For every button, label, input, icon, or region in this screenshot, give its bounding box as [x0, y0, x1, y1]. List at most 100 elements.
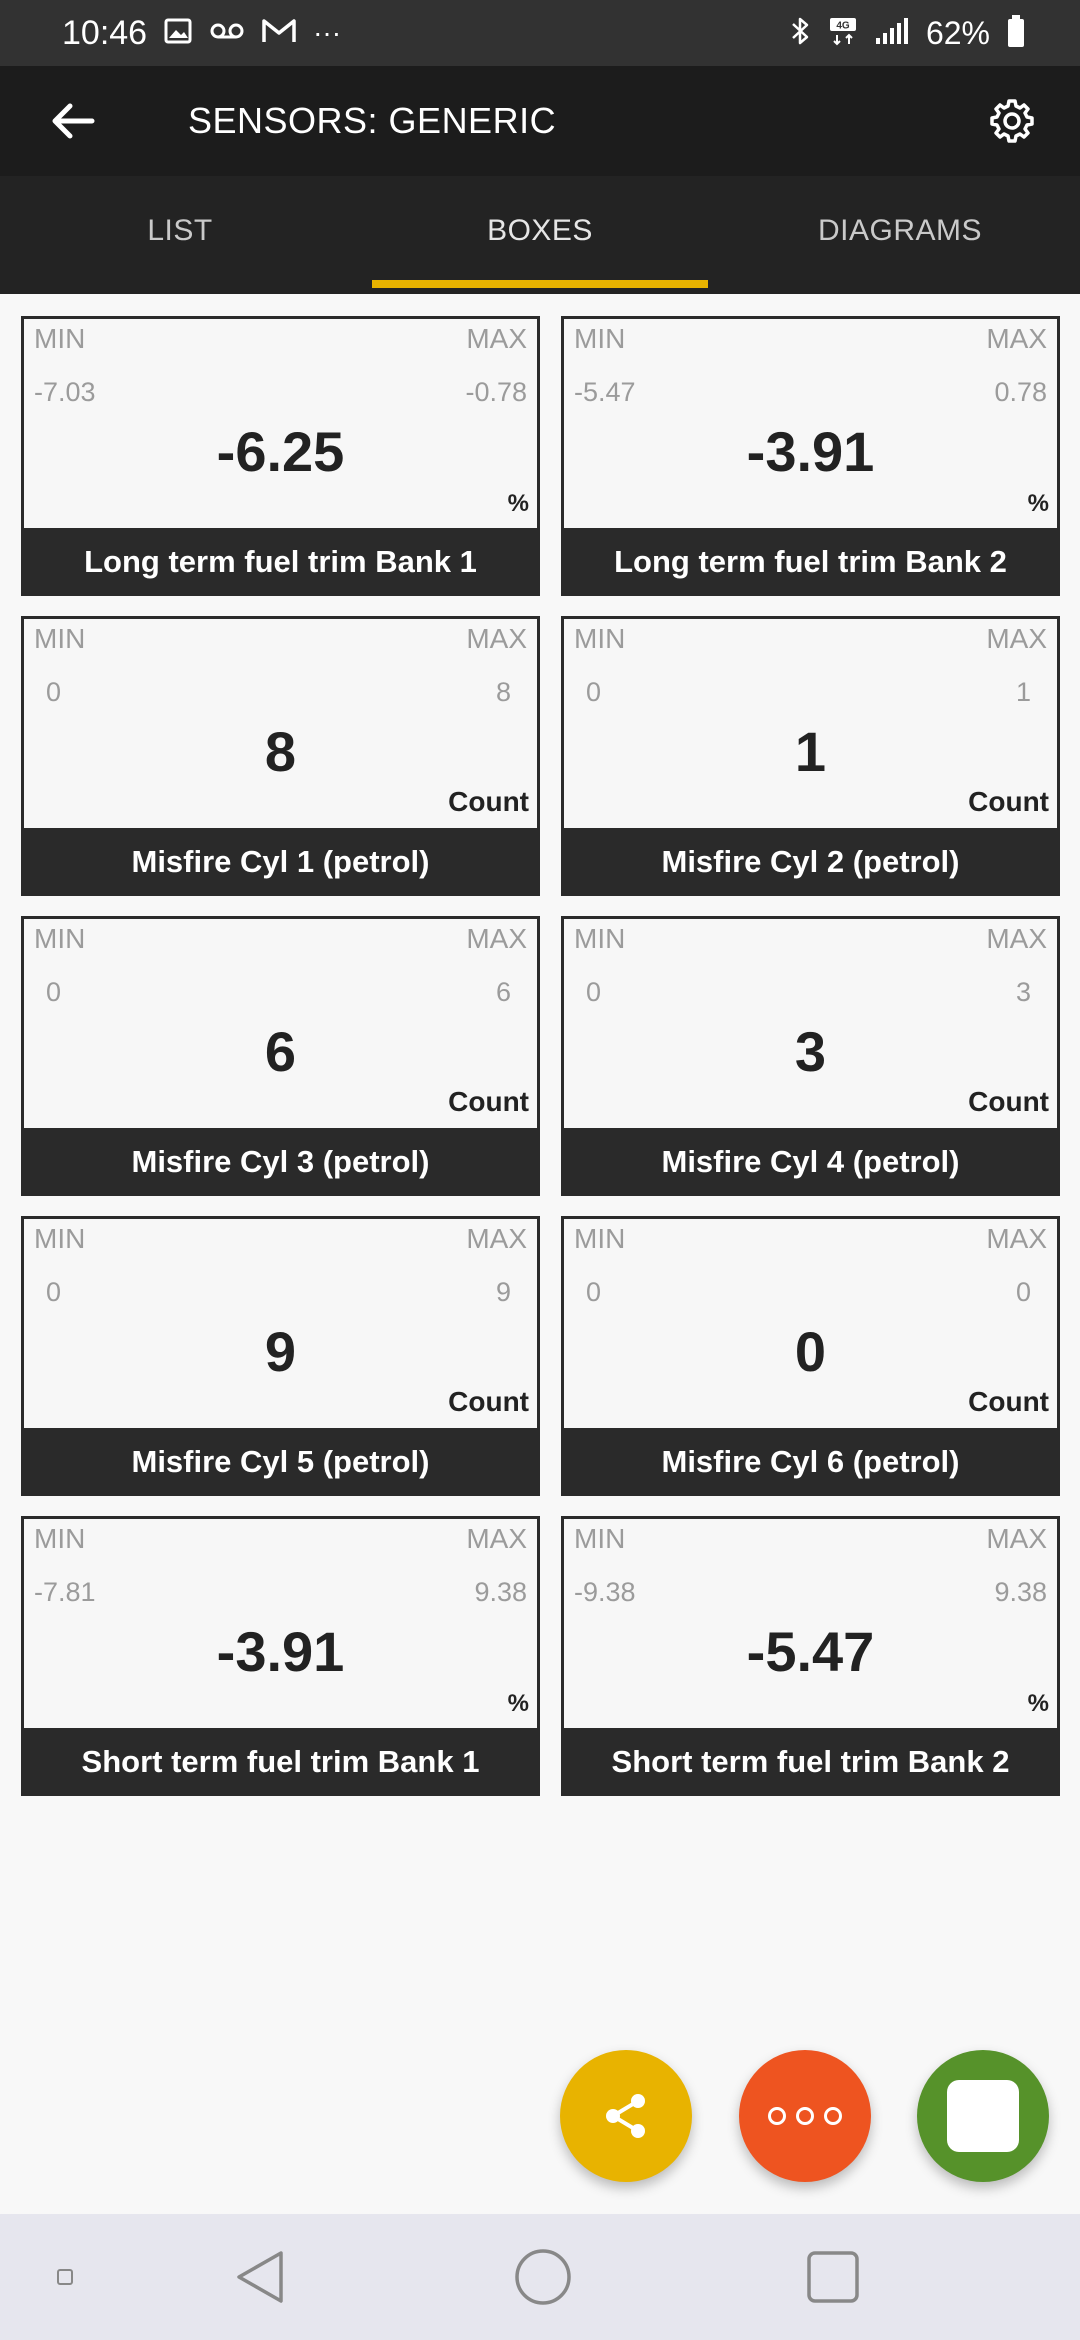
- current-value: 9: [264, 1320, 297, 1383]
- tab-list[interactable]: LIST: [0, 176, 360, 294]
- min-value: 0: [586, 977, 602, 1007]
- more-options-button[interactable]: [739, 2050, 871, 2182]
- sensor-box-misfire-cyl6[interactable]: MIN MAX 0 0 0 Count Misfire Cyl 6 (petro…: [561, 1216, 1060, 1496]
- more-notifications-icon: ···: [313, 17, 342, 48]
- min-label: MIN: [574, 623, 626, 654]
- dot: [824, 2107, 842, 2125]
- max-value: 0: [1015, 1277, 1031, 1307]
- square-recents-icon: [807, 2251, 859, 2303]
- signal-icon: [874, 16, 910, 51]
- max-value: 9.38: [994, 1577, 1047, 1607]
- max-value: 0.78: [994, 377, 1047, 407]
- page-title: SENSORS: GENERIC: [188, 100, 557, 141]
- min-label: MIN: [34, 1223, 86, 1254]
- min-label: MIN: [34, 1523, 86, 1554]
- sensor-grid: MIN MAX -7.03 -0.78 -6.25 % Long term fu…: [21, 316, 1061, 1796]
- battery-percent: 62%: [925, 14, 990, 51]
- system-nav-bar: [0, 2214, 1080, 2340]
- dot: [796, 2107, 814, 2125]
- min-value: -9.38: [574, 1577, 636, 1607]
- sensor-box-misfire-cyl4[interactable]: MIN MAX 0 3 3 Count Misfire Cyl 4 (petro…: [561, 916, 1060, 1196]
- max-value: 1: [1015, 677, 1031, 707]
- max-label: MAX: [986, 323, 1047, 354]
- current-value: 6: [264, 1020, 297, 1083]
- sensor-box-ltft-bank1[interactable]: MIN MAX -7.03 -0.78 -6.25 % Long term fu…: [21, 316, 540, 596]
- current-value: -6.25: [216, 420, 345, 483]
- sensor-panel: MIN MAX 0 9 9 Count: [21, 1216, 540, 1428]
- current-value: 1: [794, 720, 827, 783]
- gmail-icon: [261, 17, 297, 50]
- sensor-name: Misfire Cyl 4 (petrol): [561, 1128, 1060, 1196]
- unit-label: %: [1027, 1690, 1049, 1717]
- share-button[interactable]: [560, 2050, 692, 2182]
- max-label: MAX: [986, 1523, 1047, 1554]
- max-label: MAX: [466, 623, 527, 654]
- current-value: 3: [794, 1020, 827, 1083]
- tab-bar: LIST BOXES DIAGRAMS: [0, 176, 1080, 294]
- max-label: MAX: [986, 1223, 1047, 1254]
- bluetooth-icon: [790, 15, 812, 52]
- sensor-panel: MIN MAX -7.03 -0.78 -6.25 %: [21, 316, 540, 528]
- settings-button[interactable]: [984, 93, 1040, 149]
- sensor-panel: MIN MAX 0 0 0 Count: [561, 1216, 1060, 1428]
- sensor-box-misfire-cyl5[interactable]: MIN MAX 0 9 9 Count Misfire Cyl 5 (petro…: [21, 1216, 540, 1496]
- stop-button[interactable]: [917, 2050, 1049, 2182]
- current-value: 8: [264, 720, 297, 783]
- sensor-name: Misfire Cyl 5 (petrol): [21, 1428, 540, 1496]
- max-label: MAX: [466, 323, 527, 354]
- status-right: 4G 62%: [790, 14, 1026, 53]
- tab-diagrams[interactable]: DIAGRAMS: [720, 176, 1080, 294]
- sensor-panel: MIN MAX 0 1 1 Count: [561, 616, 1060, 828]
- min-label: MIN: [34, 623, 86, 654]
- max-value: 3: [1015, 977, 1031, 1007]
- stop-icon: [947, 2080, 1019, 2152]
- voicemail-icon: [209, 19, 245, 48]
- small-square-icon: [57, 2269, 73, 2285]
- max-value: -0.78: [465, 377, 527, 407]
- sensor-box-misfire-cyl1[interactable]: MIN MAX 0 8 8 Count Misfire Cyl 1 (petro…: [21, 616, 540, 896]
- status-time: 10:46: [62, 13, 148, 52]
- nav-home-button[interactable]: [508, 2214, 578, 2340]
- sensor-box-stft-bank2[interactable]: MIN MAX -9.38 9.38 -5.47 % Short term fu…: [561, 1516, 1060, 1796]
- svg-text:4G: 4G: [836, 20, 850, 31]
- nav-recents-button[interactable]: [798, 2214, 868, 2340]
- tab-boxes[interactable]: BOXES: [360, 176, 720, 294]
- max-label: MAX: [986, 623, 1047, 654]
- min-value: -5.47: [574, 377, 636, 407]
- sensor-panel: MIN MAX -9.38 9.38 -5.47 %: [561, 1516, 1060, 1728]
- min-label: MIN: [574, 923, 626, 954]
- sensor-box-misfire-cyl3[interactable]: MIN MAX 0 6 6 Count Misfire Cyl 3 (petro…: [21, 916, 540, 1196]
- battery-icon: [1006, 14, 1026, 53]
- back-button[interactable]: [44, 93, 100, 149]
- current-value: -3.91: [216, 1620, 345, 1683]
- min-value: 0: [46, 677, 62, 707]
- unit-label: Count: [448, 1086, 529, 1117]
- sensor-box-misfire-cyl2[interactable]: MIN MAX 0 1 1 Count Misfire Cyl 2 (petro…: [561, 616, 1060, 896]
- status-bar: 10:46 ··· 4G 62%: [0, 0, 1080, 66]
- sensor-panel: MIN MAX -7.81 9.38 -3.91 %: [21, 1516, 540, 1728]
- min-label: MIN: [34, 923, 86, 954]
- lte-icon: 4G: [828, 15, 858, 52]
- more-options-icon: [768, 2107, 842, 2125]
- min-label: MIN: [574, 1223, 626, 1254]
- circle-home-icon: [515, 2249, 571, 2305]
- nav-indicator-button[interactable]: [50, 2214, 80, 2340]
- nav-back-button[interactable]: [225, 2214, 295, 2340]
- sensor-name: Long term fuel trim Bank 1: [21, 528, 540, 596]
- unit-label: %: [1027, 490, 1049, 517]
- sensor-box-stft-bank1[interactable]: MIN MAX -7.81 9.38 -3.91 % Short term fu…: [21, 1516, 540, 1796]
- share-icon: [606, 2094, 645, 2138]
- sensor-box-ltft-bank2[interactable]: MIN MAX -5.47 0.78 -3.91 % Long term fue…: [561, 316, 1060, 596]
- current-value: 0: [794, 1320, 827, 1383]
- sensor-name: Long term fuel trim Bank 2: [561, 528, 1060, 596]
- min-value: 0: [46, 977, 62, 1007]
- sensor-name: Misfire Cyl 1 (petrol): [21, 828, 540, 896]
- max-value: 6: [495, 977, 511, 1007]
- unit-label: Count: [448, 1386, 529, 1417]
- triangle-back-icon: [237, 2251, 283, 2303]
- sensor-name: Misfire Cyl 2 (petrol): [561, 828, 1060, 896]
- current-value: -3.91: [746, 420, 875, 483]
- min-value: 0: [586, 1277, 602, 1307]
- toolbar: SENSORS: GENERIC: [0, 66, 1080, 176]
- max-label: MAX: [466, 1523, 527, 1554]
